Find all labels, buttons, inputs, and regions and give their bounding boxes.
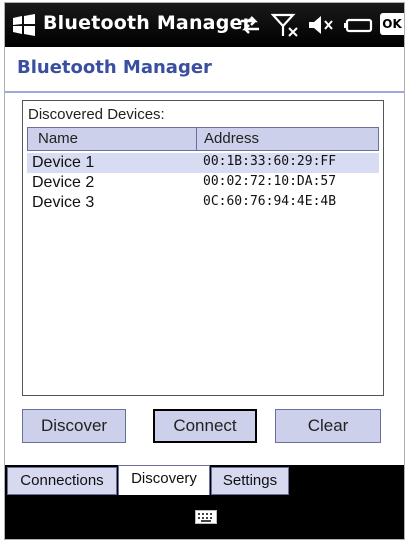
column-header-name[interactable]: Name [38,128,188,150]
ok-button[interactable]: OK [380,13,404,35]
title-bar: Bluetooth Manager OK [5,3,404,47]
device-address: 00:1B:33:60:29:FF [203,154,337,169]
data-arrows-icon[interactable] [237,12,263,38]
bottom-bar [5,497,404,539]
app-header: Bluetooth Manager [5,47,404,93]
device-list: Device 1 00:1B:33:60:29:FF Device 2 00:0… [27,153,379,213]
connect-button[interactable]: Connect [153,409,257,443]
column-header-address[interactable]: Address [204,128,374,150]
tab-settings[interactable]: Settings [211,467,289,495]
discover-button[interactable]: Discover [22,409,126,443]
device-row[interactable]: Device 2 00:02:72:10:DA:57 [27,173,379,193]
device-screen: Bluetooth Manager OK Bluetooth Manager D… [4,2,405,540]
device-row[interactable]: Device 1 00:1B:33:60:29:FF [27,153,379,173]
tab-connections[interactable]: Connections [7,467,117,495]
battery-icon[interactable] [343,12,373,38]
column-divider[interactable] [196,128,197,150]
tab-bar: Connections Discovery Settings [5,465,404,497]
device-name: Device 1 [32,154,95,171]
window-title: Bluetooth Manager [43,12,253,34]
device-list-panel: Discovered Devices: Name Address Device … [22,100,384,396]
app-title: Bluetooth Manager [17,57,212,78]
device-address: 00:02:72:10:DA:57 [203,174,337,189]
windows-flag-icon[interactable] [11,13,37,37]
device-name: Device 2 [32,174,95,191]
mute-speaker-icon[interactable] [307,12,335,38]
tab-discovery[interactable]: Discovery [118,465,210,495]
no-signal-icon[interactable] [271,12,299,38]
clear-button[interactable]: Clear [275,409,381,443]
device-row[interactable]: Device 3 0C:60:76:94:4E:4B [27,193,379,213]
device-name: Device 3 [32,194,95,211]
list-caption: Discovered Devices: [28,106,165,123]
keyboard-icon[interactable] [195,509,217,525]
column-header: Name Address [27,127,379,151]
device-address: 0C:60:76:94:4E:4B [203,194,337,209]
